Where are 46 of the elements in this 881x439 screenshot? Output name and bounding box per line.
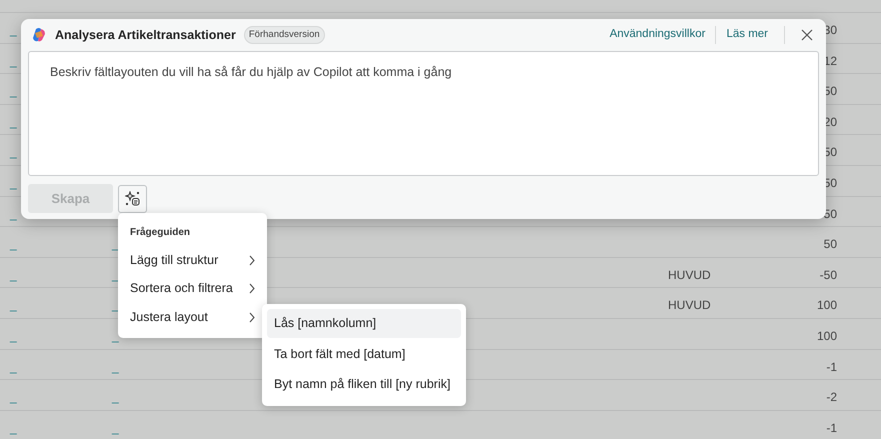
chevron-right-icon <box>249 254 255 266</box>
table-cell-text: 100 <box>816 297 837 314</box>
link-cell-text: _ <box>10 236 17 254</box>
link-cell-text: _ <box>10 206 17 223</box>
submenu-item[interactable]: Byt namn på fliken till [ny rubrik] <box>267 370 461 399</box>
menu-heading: Frågeguiden <box>129 226 192 240</box>
link-cell-text: _ <box>10 22 17 39</box>
submenu-item[interactable]: Ta bort fält med [datum] <box>267 340 461 368</box>
menu-item[interactable]: Lägg till struktur <box>118 246 267 274</box>
table-cell-text: -1 <box>826 420 837 437</box>
table-cell-text: HUVUD <box>668 297 711 314</box>
table-cell-text: 50 <box>824 236 837 254</box>
link-cell-text: _ <box>10 83 17 100</box>
prompt-field[interactable]: Beskriv fältlayouten du vill ha så får du hjälp av Copilot att komma i gång <box>28 51 819 176</box>
table-cell-text: -1 <box>826 358 837 376</box>
close-icon[interactable] <box>801 29 813 41</box>
link-cell-text: _ <box>10 114 17 131</box>
preview-badge: Förhandsversion <box>244 26 325 44</box>
link-cell-text: _ <box>10 174 17 192</box>
menu-item[interactable]: Sortera och filtrera <box>118 274 267 303</box>
link-cell-text: _ <box>112 420 119 437</box>
link-cell-text: _ <box>10 144 17 162</box>
copilot-logo-icon <box>31 27 47 43</box>
table-cell-text: -50 <box>820 266 837 284</box>
link-cell-text: _ <box>112 358 119 376</box>
table-cell-text: 100 <box>816 328 837 345</box>
link-cell-text: _ <box>10 297 17 314</box>
link-cell-text: _ <box>10 389 17 406</box>
header-link[interactable]: Läs mer <box>726 26 768 44</box>
sparkle-list-icon <box>124 190 140 206</box>
dialog-title: Analysera Artikeltransaktioner <box>55 26 236 44</box>
link-cell-text: _ <box>10 358 17 376</box>
table-cell-text: -2 <box>826 389 837 406</box>
submenu-item[interactable]: Lås [namnkolumn] <box>267 309 461 338</box>
link-cell-text: _ <box>10 266 17 284</box>
link-cell-text: _ <box>10 52 17 70</box>
link-cell-text: _ <box>10 328 17 345</box>
link-cell-text: _ <box>10 420 17 437</box>
menu-item[interactable]: Justera layout <box>118 303 267 332</box>
table-cell-text: HUVUD <box>668 266 711 284</box>
link-cell-text: _ <box>112 328 119 345</box>
link-cell-text: _ <box>112 389 119 406</box>
prompt-guide-button[interactable] <box>118 184 147 212</box>
header-link[interactable]: Användningsvillkor <box>610 26 706 44</box>
chevron-right-icon <box>249 283 255 294</box>
chevron-right-icon <box>249 312 255 323</box>
